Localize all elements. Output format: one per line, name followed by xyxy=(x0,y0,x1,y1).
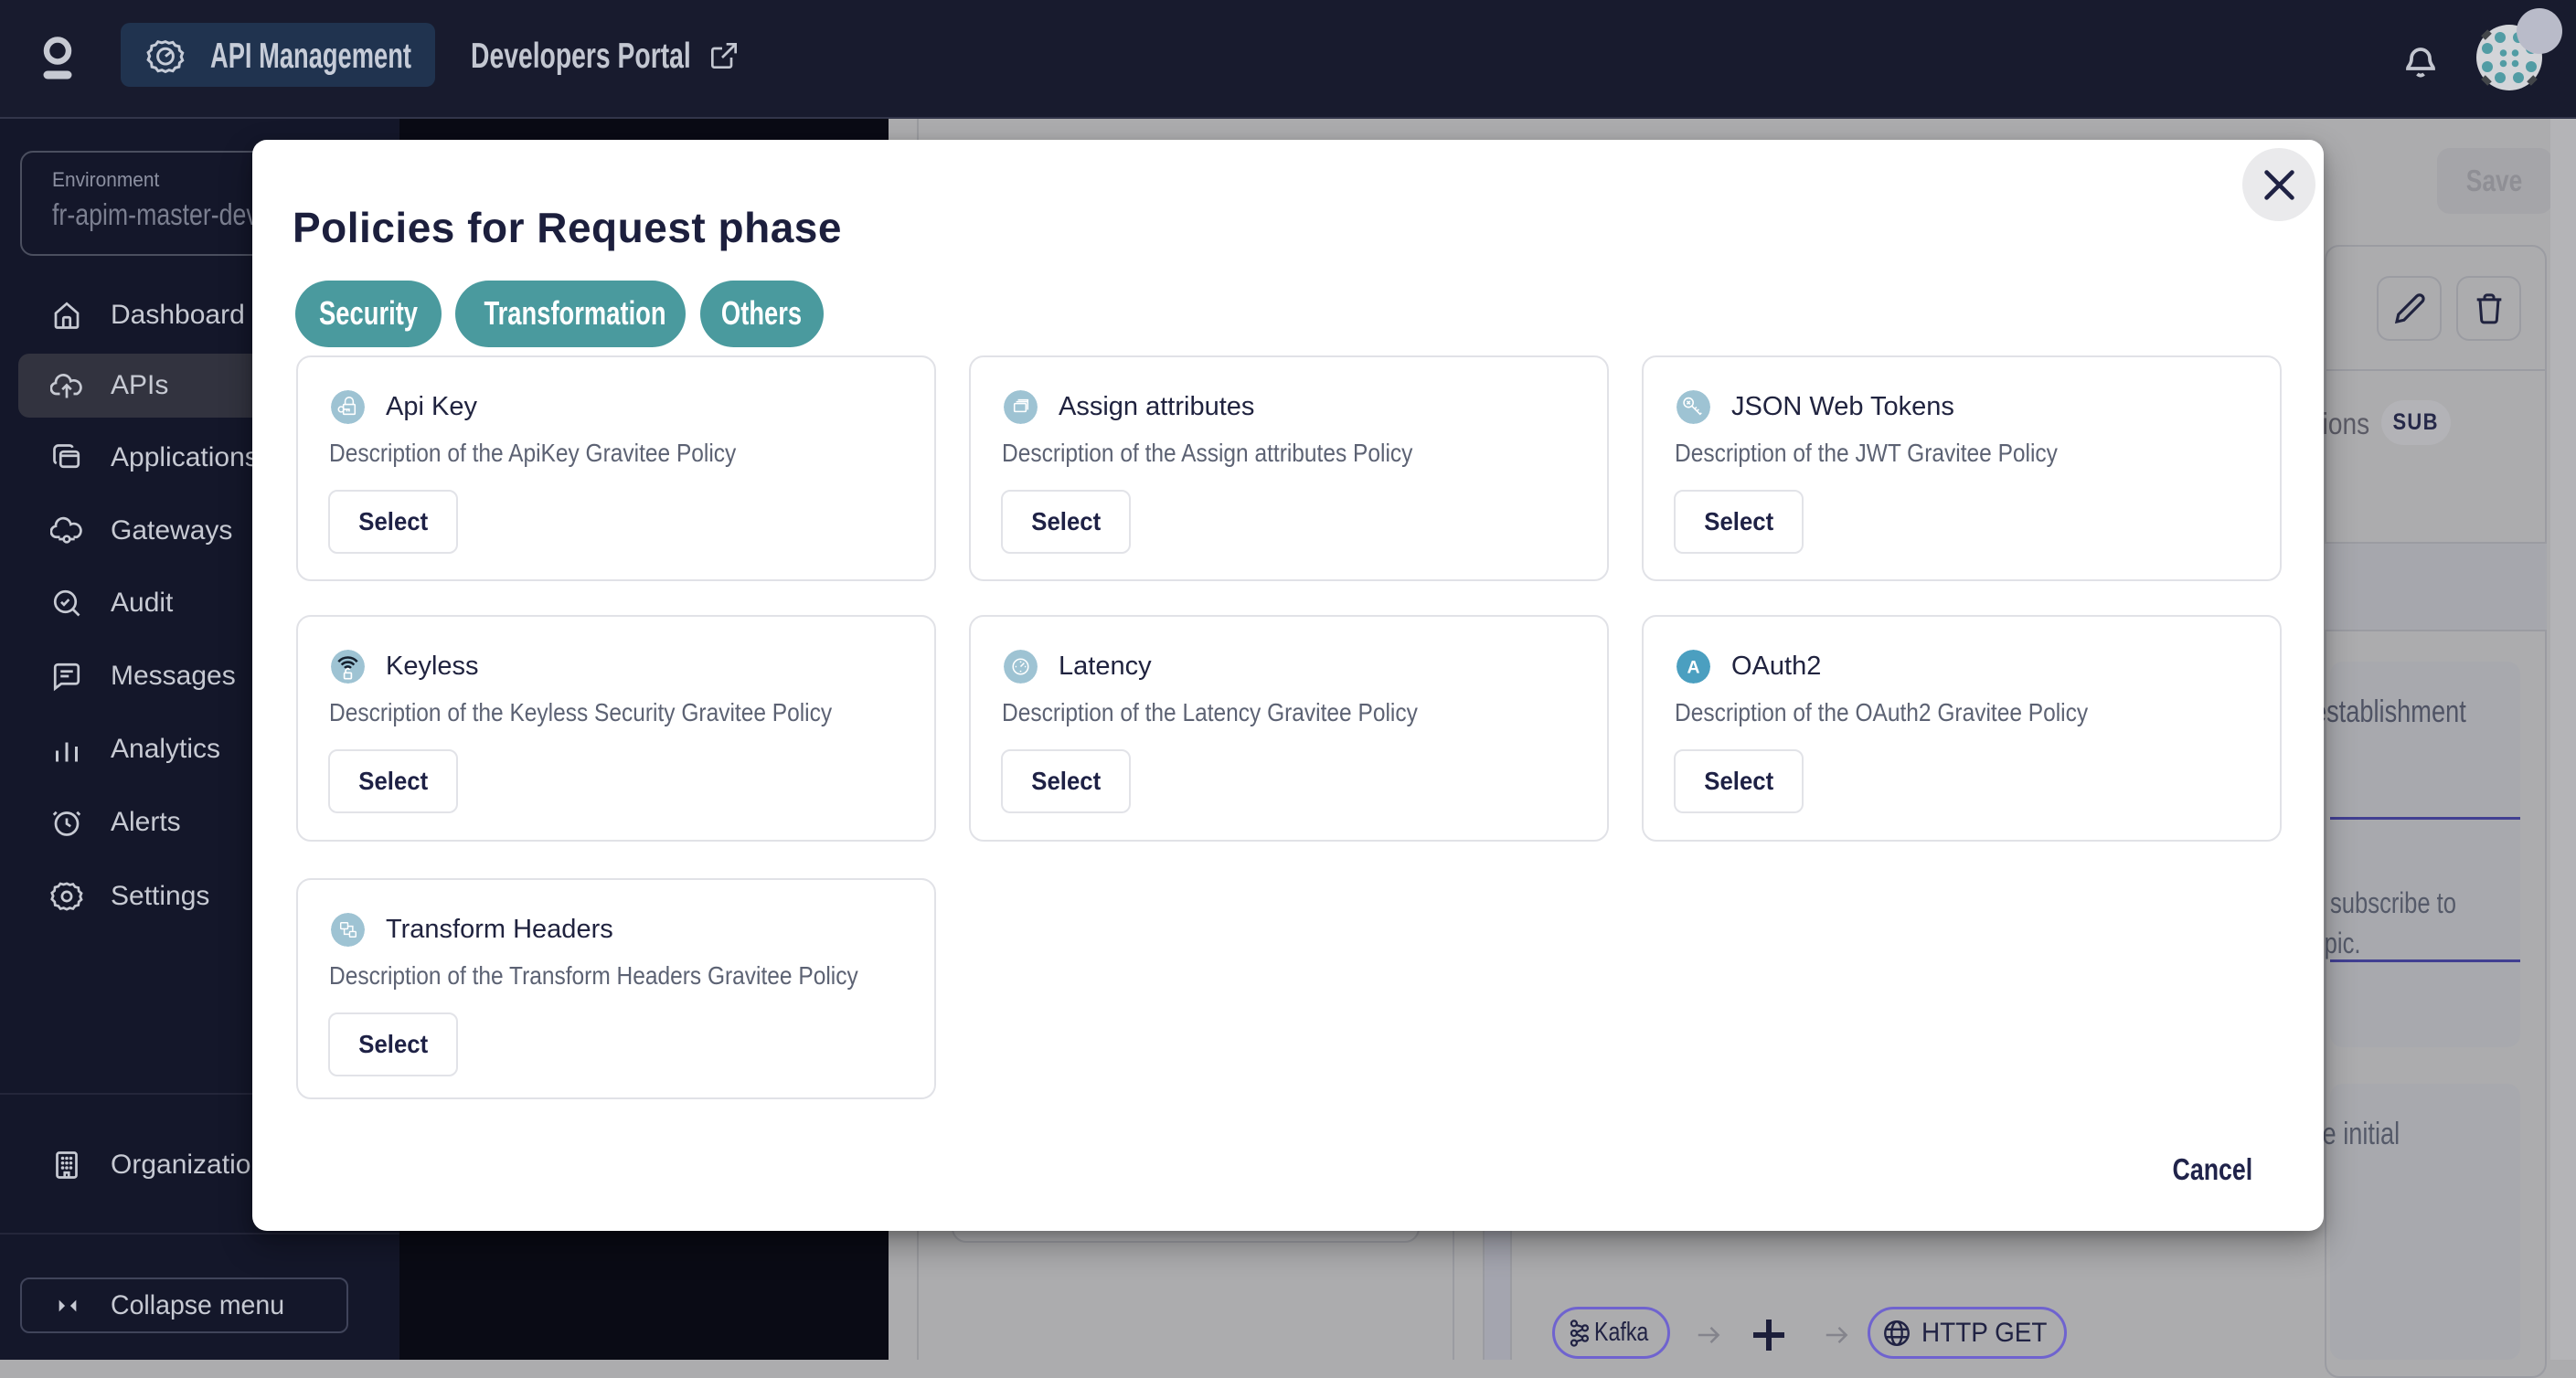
svg-text:A: A xyxy=(1687,657,1699,677)
